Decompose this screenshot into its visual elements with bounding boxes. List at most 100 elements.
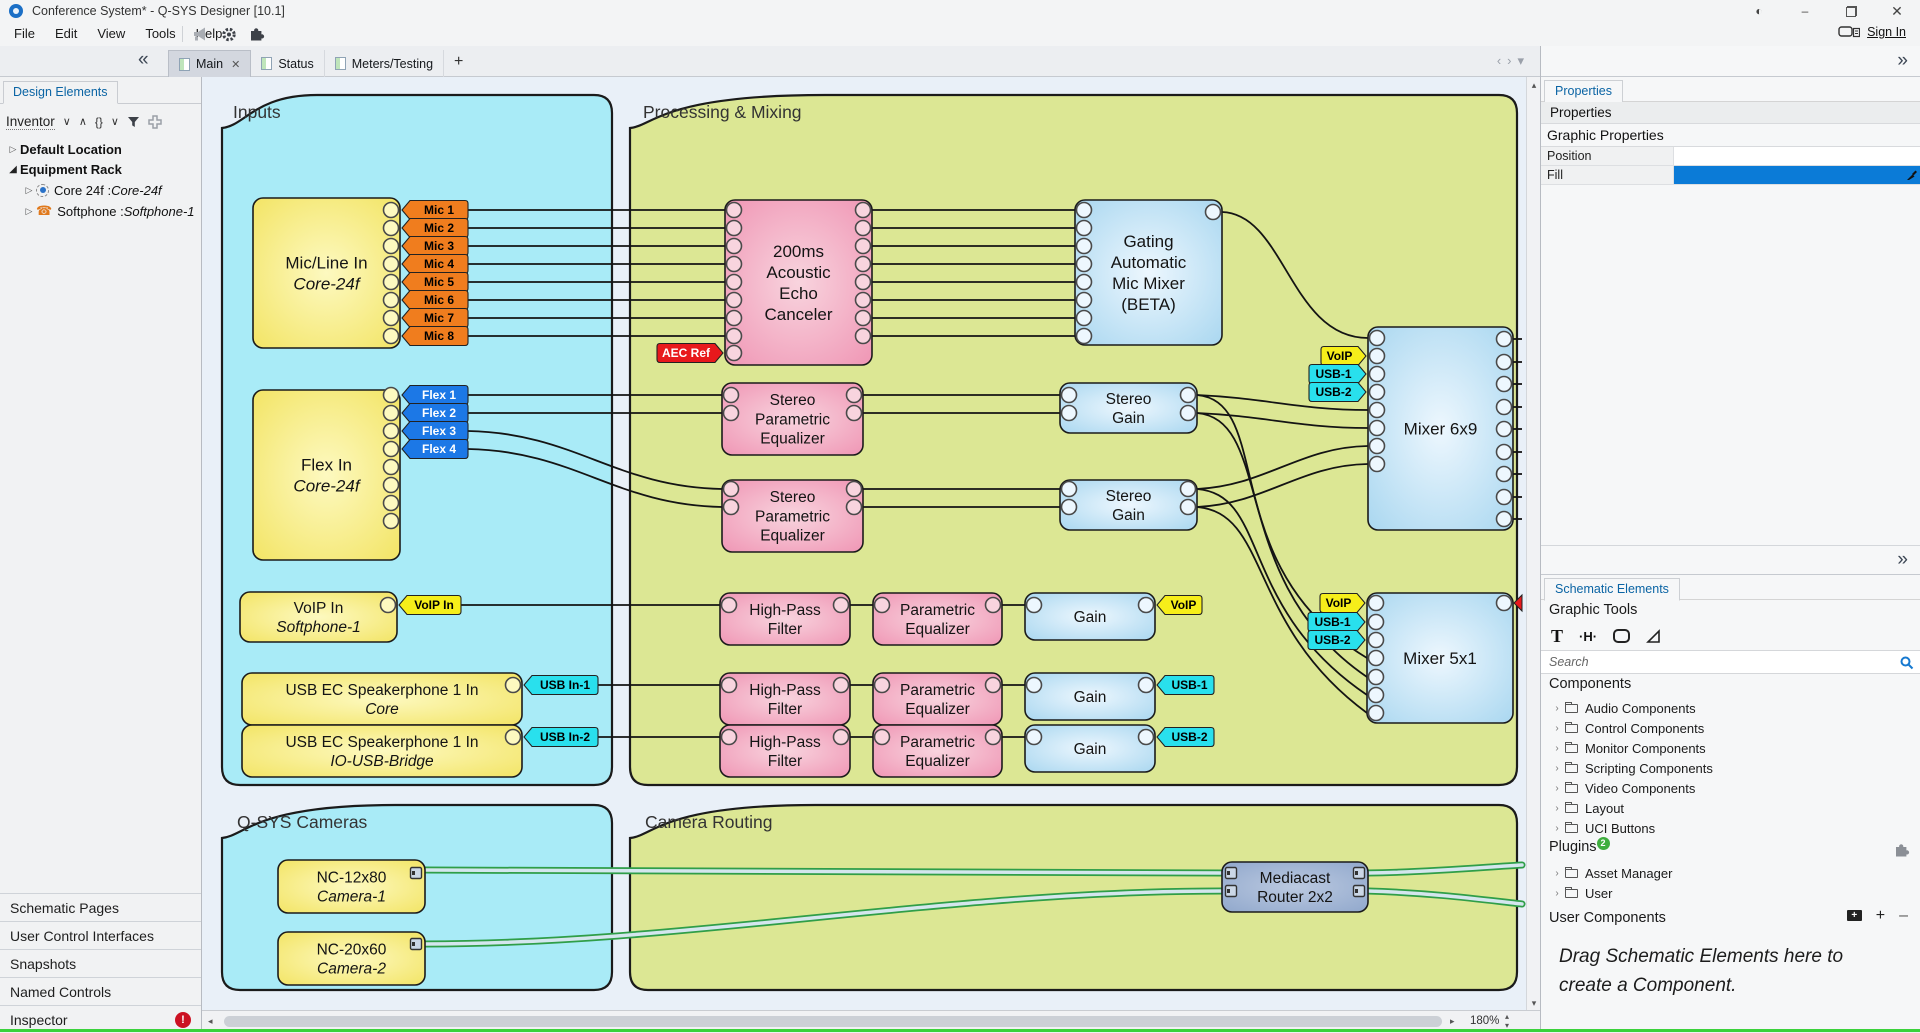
block-mic-line-in[interactable]: Mic/Line InCore-24f: [253, 198, 400, 348]
rectangle-tool-icon[interactable]: [1613, 629, 1630, 643]
audio-port[interactable]: [722, 678, 737, 693]
collapse-elements-button[interactable]: »: [1897, 549, 1908, 571]
chevron-right-icon[interactable]: ›: [1549, 783, 1565, 794]
audio-port[interactable]: [1497, 596, 1512, 611]
audio-port[interactable]: [384, 257, 399, 272]
collapsed-twisty-icon[interactable]: ▷: [22, 206, 36, 217]
signal-tag-mic-8-7[interactable]: Mic 8: [402, 327, 468, 346]
close-button[interactable]: ✕: [1874, 0, 1920, 22]
block-usb-speakerphone-in-core[interactable]: USB EC Speakerphone 1 InCore: [242, 673, 522, 725]
audio-port[interactable]: [1062, 388, 1077, 403]
block-camera-2[interactable]: NC-20x60Camera-2: [278, 932, 425, 985]
block-mixer-6x9[interactable]: Mixer 6x9: [1368, 327, 1513, 530]
audio-port[interactable]: [1497, 490, 1512, 505]
audio-port[interactable]: [727, 293, 742, 308]
tab-main[interactable]: Main✕: [168, 50, 251, 77]
audio-port[interactable]: [1139, 678, 1154, 693]
block-stereo-gain-1[interactable]: StereoGain: [1060, 383, 1197, 433]
tab-scroll-arrows[interactable]: ‹›▾: [1497, 53, 1530, 69]
expanded-twisty-icon[interactable]: ◢: [6, 164, 20, 175]
audio-port[interactable]: [856, 275, 871, 290]
folder-monitor-components[interactable]: ›Monitor Components: [1549, 738, 1706, 758]
audio-port[interactable]: [1369, 633, 1384, 648]
block-usb-speakerphone-in-bridge[interactable]: USB EC Speakerphone 1 InIO-USB-Bridge: [242, 725, 522, 777]
signal-tag-usb-in-1-13[interactable]: USB In-1: [524, 676, 598, 695]
signal-tag-voip-19[interactable]: VoIP: [1157, 596, 1202, 615]
block-aec[interactable]: 200msAcousticEchoCanceler: [725, 200, 872, 365]
audio-port[interactable]: [724, 500, 739, 515]
braces-icon[interactable]: {}: [95, 115, 103, 129]
audio-port[interactable]: [724, 388, 739, 403]
tab-design-elements[interactable]: Design Elements: [3, 81, 118, 104]
block-camera-1[interactable]: NC-12x80Camera-1: [278, 860, 425, 913]
audio-port[interactable]: [727, 329, 742, 344]
audio-port[interactable]: [875, 730, 890, 745]
audio-port[interactable]: [1369, 651, 1384, 666]
block-gating-auto-mic-mixer[interactable]: GatingAutomaticMic Mixer(BETA): [1075, 200, 1222, 345]
audio-port[interactable]: [384, 388, 399, 403]
chevron-right-icon[interactable]: ›: [1549, 888, 1565, 899]
plugins-icon[interactable]: [248, 26, 265, 43]
audio-port[interactable]: [1077, 329, 1092, 344]
tree-item-default-location[interactable]: ▷Default Location: [6, 139, 122, 159]
audio-port[interactable]: [384, 275, 399, 290]
block-gain-2[interactable]: Gain: [1025, 673, 1155, 720]
audio-port[interactable]: [847, 500, 862, 515]
audio-port[interactable]: [384, 203, 399, 218]
signal-tag-flex-2-9[interactable]: Flex 2: [402, 404, 468, 423]
section-named-controls[interactable]: Named Controls: [0, 977, 201, 1005]
signal-tag-voip-16[interactable]: VoIP: [1321, 347, 1366, 366]
add-inventory-icon[interactable]: [148, 115, 162, 129]
scroll-left-icon[interactable]: ◂: [208, 1016, 213, 1027]
audio-port[interactable]: [1497, 512, 1512, 527]
signal-tag-flex-4-11[interactable]: Flex 4: [402, 440, 468, 459]
audio-port[interactable]: [1497, 422, 1512, 437]
audio-port[interactable]: [847, 482, 862, 497]
audio-port[interactable]: [727, 203, 742, 218]
block-voip-in[interactable]: VoIP InSoftphone-1: [240, 592, 397, 642]
audio-port[interactable]: [1139, 598, 1154, 613]
block-stereo-peq-1[interactable]: StereoParametricEqualizer: [722, 383, 863, 455]
audio-port[interactable]: [384, 424, 399, 439]
audio-port[interactable]: [384, 406, 399, 421]
block-hpf-3[interactable]: High-PassFilter: [720, 725, 850, 777]
audio-port[interactable]: [1370, 403, 1385, 418]
audio-port[interactable]: [1497, 355, 1512, 370]
audio-port[interactable]: [384, 460, 399, 475]
update-gear-icon[interactable]: [220, 26, 238, 43]
audio-port[interactable]: [856, 257, 871, 272]
zoom-spinner[interactable]: ▴▾: [1505, 1012, 1509, 1030]
audio-port[interactable]: [1370, 457, 1385, 472]
audio-port[interactable]: [986, 598, 1001, 613]
signal-tag-mic-7-6[interactable]: Mic 7: [402, 309, 468, 328]
audio-port[interactable]: [1077, 311, 1092, 326]
vertical-scrollbar[interactable]: ▴ ▾: [1526, 77, 1540, 1012]
inventory-selector[interactable]: Inventor: [6, 114, 55, 130]
folder-scripting-components[interactable]: ›Scripting Components: [1549, 758, 1713, 778]
audio-port[interactable]: [1181, 482, 1196, 497]
audio-port[interactable]: [727, 275, 742, 290]
search-icon[interactable]: [1900, 656, 1914, 670]
section-snapshots[interactable]: Snapshots: [0, 949, 201, 977]
plugins-gear-icon[interactable]: [1893, 842, 1910, 859]
schematic-canvas-area[interactable]: InputsProcessing & MixingQ-SYS CamerasCa…: [202, 77, 1540, 1032]
audio-port[interactable]: [384, 293, 399, 308]
block-body-aec[interactable]: [725, 200, 872, 365]
audio-port[interactable]: [1497, 400, 1512, 415]
signal-tag-usb-in-2-14[interactable]: USB In-2: [524, 728, 598, 747]
audio-port[interactable]: [384, 478, 399, 493]
audio-port[interactable]: [1369, 615, 1384, 630]
audio-port[interactable]: [506, 678, 521, 693]
collapsed-twisty-icon[interactable]: ▷: [6, 144, 20, 155]
block-peq-1[interactable]: ParametricEqualizer: [873, 593, 1002, 645]
audio-port[interactable]: [1062, 406, 1077, 421]
audio-port[interactable]: [724, 406, 739, 421]
audio-port[interactable]: [847, 406, 862, 421]
schematic-svg[interactable]: InputsProcessing & MixingQ-SYS CamerasCa…: [202, 77, 1526, 1012]
chevron-right-icon[interactable]: ›: [1549, 868, 1565, 879]
chevron-right-icon[interactable]: ›: [1549, 703, 1565, 714]
sort-up-icon[interactable]: ∧: [79, 115, 87, 128]
block-peq-2[interactable]: ParametricEqualizer: [873, 673, 1002, 725]
signal-tag-flex-1-8[interactable]: Flex 1: [402, 386, 468, 405]
signal-tag-voip-in-12[interactable]: VoIP In: [399, 596, 461, 615]
